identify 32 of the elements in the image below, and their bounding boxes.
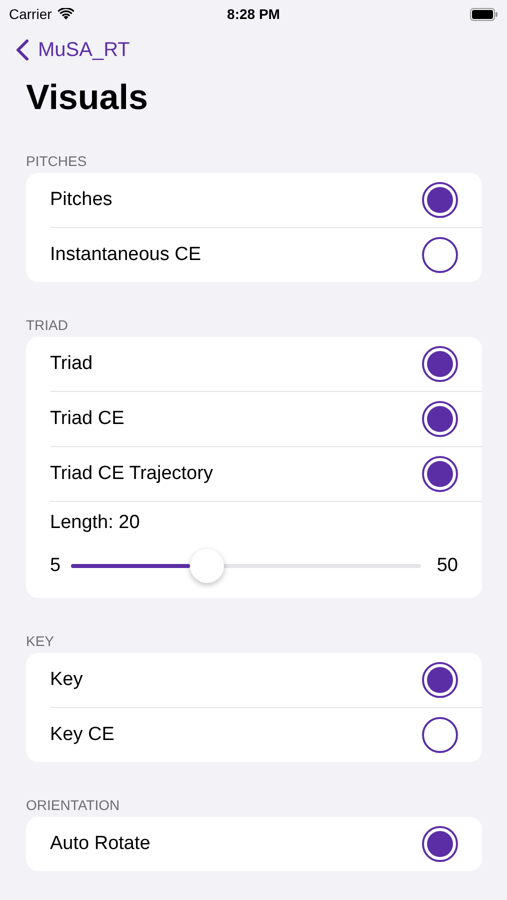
carrier-label: Carrier (9, 6, 52, 22)
radio-button[interactable] (422, 717, 458, 753)
section-header: ORIENTATION (26, 796, 121, 815)
radio-button[interactable] (422, 826, 458, 862)
radio-button[interactable] (422, 662, 458, 698)
option-label: Triad CE Trajectory (50, 463, 213, 485)
slider-thumb[interactable] (190, 549, 224, 583)
radio-button[interactable] (422, 346, 458, 382)
option-label: Key CE (50, 724, 114, 746)
slider-max-label: 50 (436, 555, 458, 577)
clock-time: 8:28 PM (227, 6, 280, 22)
option-label: Instantaneous CE (50, 244, 202, 266)
radio-button[interactable] (422, 237, 458, 273)
page-title: Visuals (26, 77, 149, 119)
slider-value-label: Length: 20 (50, 512, 140, 533)
option-label: Triad CE (50, 408, 124, 430)
option-label: Pitches (50, 189, 112, 211)
section-header: PITCHES (26, 152, 88, 171)
back-button[interactable]: MuSA_RT (16, 38, 130, 62)
option-label: Auto Rotate (50, 833, 150, 855)
radio-button[interactable] (422, 401, 458, 437)
section-header: KEY (26, 632, 56, 651)
slider-min-label: 5 (50, 555, 61, 577)
option-label: Key (50, 669, 83, 691)
section-header: TRIAD (26, 316, 69, 335)
wifi-icon (58, 8, 74, 20)
battery-icon (470, 8, 498, 20)
slider-track[interactable] (70, 564, 421, 568)
radio-button[interactable] (422, 182, 458, 218)
chevron-left-icon (16, 39, 30, 61)
option-label: Triad (50, 353, 93, 375)
radio-button[interactable] (422, 456, 458, 492)
